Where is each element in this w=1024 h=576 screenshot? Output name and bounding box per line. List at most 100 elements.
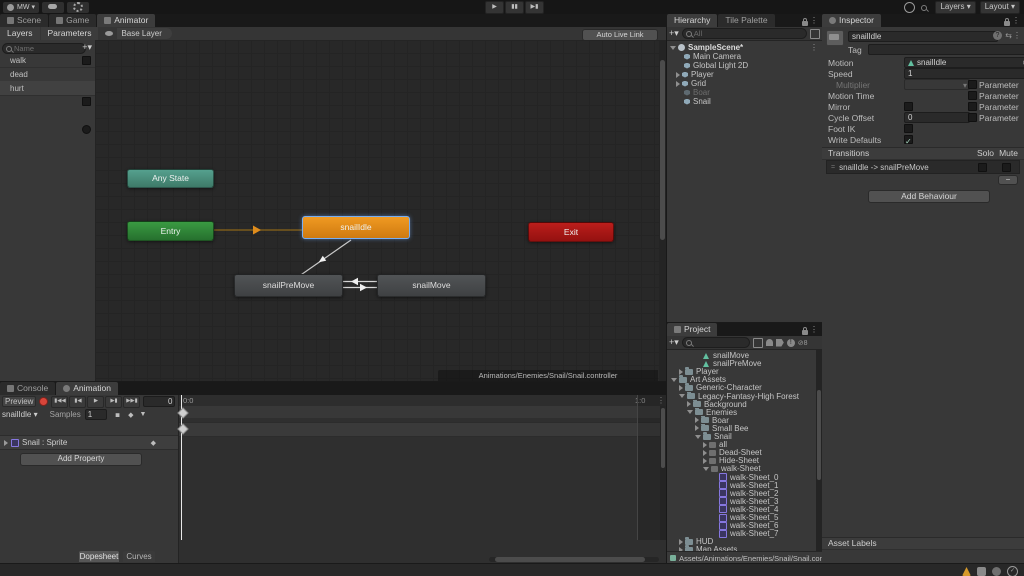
parameter-hurt-trigger[interactable] — [82, 125, 91, 134]
parameter-row[interactable]: dead — [0, 67, 95, 82]
disclosure-icon[interactable] — [4, 440, 8, 446]
search-by-type-icon[interactable] — [753, 338, 763, 348]
collapse-icon[interactable] — [687, 410, 693, 414]
tab-game[interactable]: Game — [49, 14, 96, 27]
tag-field[interactable] — [868, 44, 1024, 55]
pause-button[interactable]: ▮▮ — [505, 1, 524, 14]
tab-project[interactable]: Project — [667, 323, 717, 336]
state-snailpremove[interactable]: snailPreMove — [234, 274, 343, 297]
create-asset-button[interactable]: +▾ — [669, 337, 679, 348]
dopesheet-area[interactable]: 0:0 1:0 ⋮ — [179, 395, 666, 564]
add-event-button[interactable]: ▼ — [140, 411, 147, 418]
play-animation-button[interactable]: ▶ — [87, 396, 104, 408]
multiplier-parameter-checkbox[interactable] — [968, 80, 977, 89]
collapse-icon[interactable] — [679, 394, 685, 398]
timeline-vscrollbar[interactable] — [660, 406, 666, 540]
panel-menu-icon[interactable]: ⋮ — [810, 325, 818, 334]
presets-icon[interactable]: ⇆ — [1005, 31, 1012, 40]
layers-dropdown[interactable]: Layers ▾ — [935, 1, 975, 14]
asset-labels-header[interactable]: Asset Labels — [822, 537, 1024, 550]
preview-toggle[interactable]: Preview — [2, 396, 36, 407]
hidden-count-badge[interactable]: ⊘8 — [798, 339, 808, 347]
hierarchy-row-disabled[interactable]: Boar — [667, 88, 820, 97]
hierarchy-row[interactable]: Player — [667, 70, 820, 79]
add-behaviour-button[interactable]: Add Behaviour — [868, 190, 990, 203]
animator-parameters-tab[interactable]: Parameters — [41, 27, 99, 40]
record-button[interactable] — [39, 397, 48, 406]
scene-menu-icon[interactable]: ⋮ — [810, 43, 818, 52]
collapse-icon[interactable] — [671, 378, 677, 382]
state-entry[interactable]: Entry — [127, 221, 214, 241]
activity-icon[interactable] — [962, 567, 971, 576]
animator-layers-tab[interactable]: Layers — [0, 27, 40, 40]
hierarchy-row[interactable]: Main Camera — [667, 52, 820, 61]
last-frame-button[interactable]: ▶▶▮ — [123, 396, 140, 408]
settings-button[interactable] — [67, 2, 89, 13]
cloud-button[interactable] — [42, 2, 64, 13]
remove-transition-button[interactable]: − — [998, 175, 1018, 185]
frame-field[interactable]: 0 — [143, 396, 175, 407]
project-search-input[interactable] — [682, 337, 750, 348]
expand-icon[interactable] — [676, 72, 680, 78]
parameter-row[interactable]: hurt — [0, 81, 95, 96]
state-machine-graph[interactable]: Any State Entry snailIdle Exit snailPreM… — [95, 40, 666, 381]
expand-icon[interactable] — [703, 442, 707, 448]
collapse-icon[interactable] — [670, 46, 676, 50]
tab-animator[interactable]: Animator — [97, 14, 155, 27]
write-defaults-checkbox[interactable]: ✓ — [904, 135, 913, 144]
expand-icon[interactable] — [676, 81, 680, 87]
play-button[interactable]: ▶ — [485, 1, 504, 14]
step-button[interactable]: ▶▮ — [525, 1, 544, 14]
clip-dropdown[interactable]: snailIdle ▾ — [2, 410, 38, 419]
undo-history-icon[interactable] — [904, 2, 915, 13]
collapse-icon[interactable] — [703, 467, 709, 471]
transition-row[interactable]: = snailIdle -> snailPreMove — [826, 160, 1020, 174]
dopesheet-button[interactable]: Dopesheet — [79, 551, 119, 562]
scrollbar-thumb[interactable] — [495, 557, 645, 562]
label-icon[interactable] — [776, 339, 784, 347]
parameter-dead-checkbox[interactable] — [82, 97, 91, 106]
expand-icon[interactable] — [687, 401, 691, 407]
search-by-label-icon[interactable] — [766, 339, 773, 346]
help-icon[interactable]: ? — [993, 31, 1002, 40]
expand-icon[interactable] — [679, 539, 683, 545]
motion-time-parameter-checkbox[interactable] — [968, 91, 977, 100]
expand-icon[interactable] — [679, 385, 683, 391]
state-any-state[interactable]: Any State — [127, 169, 214, 188]
hierarchy-row[interactable]: Grid — [667, 79, 820, 88]
scrollbar-thumb[interactable] — [660, 60, 665, 240]
progress-ok-icon[interactable]: ✓ — [1007, 566, 1018, 576]
add-keyframe-button[interactable]: ◆ — [128, 411, 133, 419]
timeline-hscrollbar[interactable] — [489, 557, 659, 562]
eye-icon[interactable] — [105, 31, 113, 36]
drag-handle-icon[interactable]: = — [831, 164, 835, 171]
lock-icon[interactable] — [1004, 18, 1010, 28]
expand-icon[interactable] — [703, 450, 707, 456]
add-parameter-button[interactable]: +▾ — [82, 42, 92, 53]
account-button[interactable]: MW ▾ — [3, 2, 39, 13]
hierarchy-row[interactable]: Global Light 2D — [667, 61, 820, 70]
curves-button[interactable]: Curves — [123, 551, 155, 562]
component-menu-icon[interactable]: ⋮ — [1013, 31, 1021, 40]
property-row[interactable]: Snail : Sprite ◆ — [0, 435, 178, 450]
lock-icon[interactable] — [802, 18, 808, 28]
tab-scene[interactable]: Scene — [0, 14, 48, 27]
scrollbar-thumb[interactable] — [661, 408, 665, 468]
console-message-icon[interactable] — [977, 567, 986, 576]
graph-scrollbar[interactable] — [659, 40, 666, 381]
collapse-icon[interactable] — [695, 435, 701, 439]
tab-inspector[interactable]: Inspector — [822, 14, 881, 27]
panel-menu-icon[interactable]: ⋮ — [1012, 16, 1020, 25]
tab-tile-palette[interactable]: Tile Palette — [718, 14, 774, 27]
cache-server-icon[interactable] — [992, 567, 1001, 576]
scrollbar-thumb[interactable] — [817, 390, 821, 480]
hierarchy-search-input[interactable]: All — [682, 28, 807, 39]
state-snailidle[interactable]: snailIdle — [302, 216, 410, 239]
mirror-checkbox[interactable] — [904, 102, 913, 111]
search-icon[interactable] — [921, 5, 927, 11]
tab-animation[interactable]: Animation — [56, 382, 118, 395]
tab-console[interactable]: Console — [0, 382, 55, 395]
parameter-walk-checkbox[interactable] — [82, 56, 91, 65]
previous-key-button[interactable]: ▮◀ — [69, 396, 86, 408]
info-icon[interactable]: ! — [787, 339, 795, 347]
